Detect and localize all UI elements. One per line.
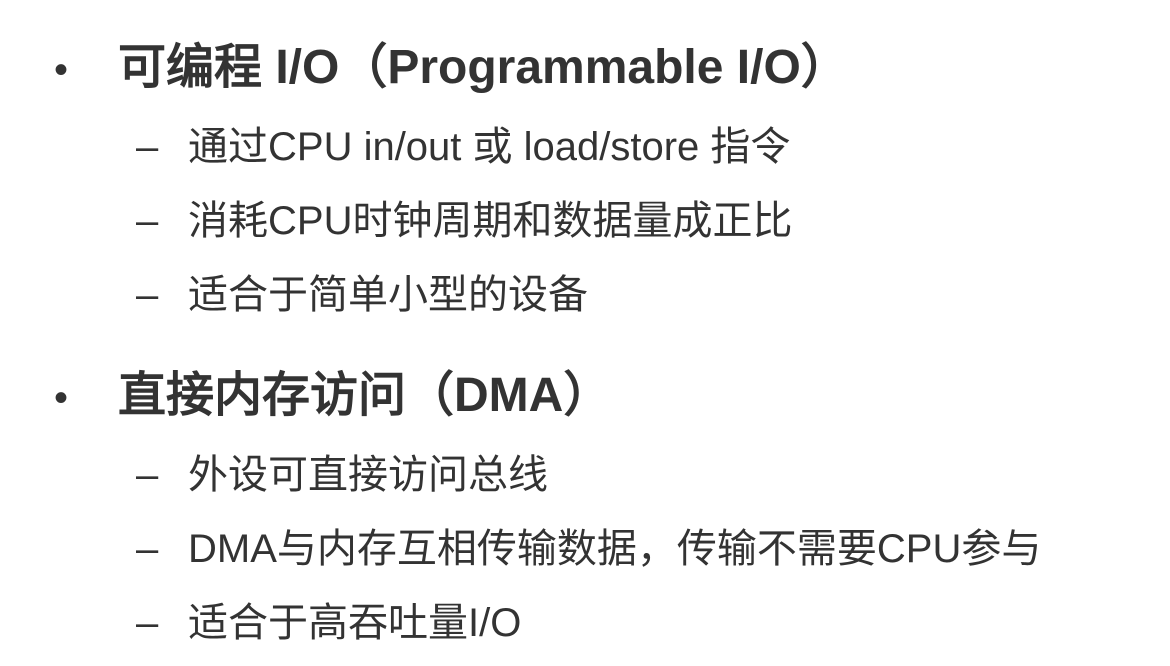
bullet-icon: •: [54, 48, 69, 92]
sub-item: – 消耗CPU时钟周期和数据量成正比: [0, 188, 1170, 262]
dash-icon: –: [136, 601, 159, 645]
dash-icon: –: [136, 273, 159, 317]
bullet-icon: •: [54, 376, 69, 420]
sub-item: – 适合于高吞吐量I/O: [0, 590, 1170, 664]
sub-item: – 适合于简单小型的设备: [0, 262, 1170, 336]
dash-icon: –: [136, 125, 159, 169]
section-programmable-io: • 可编程 I/O（Programmable I/O） – 通过CPU in/o…: [0, 30, 1170, 336]
sub-item: – DMA与内存互相传输数据，传输不需要CPU参与: [0, 516, 1170, 590]
sub-item-text: 适合于简单小型的设备: [188, 273, 588, 317]
main-bullet-item: • 直接内存访问（DMA）: [0, 358, 1170, 438]
sub-item-text: 通过CPU in/out 或 load/store 指令: [188, 125, 791, 169]
section-dma: • 直接内存访问（DMA） – 外设可直接访问总线 – DMA与内存互相传输数据…: [0, 358, 1170, 664]
sub-item-text: 消耗CPU时钟周期和数据量成正比: [188, 199, 793, 243]
dash-icon: –: [136, 527, 159, 571]
sub-item: – 外设可直接访问总线: [0, 442, 1170, 516]
sub-item-text: 适合于高吞吐量I/O: [188, 601, 522, 645]
sub-list: – 外设可直接访问总线 – DMA与内存互相传输数据，传输不需要CPU参与 – …: [0, 442, 1170, 664]
slide: • 可编程 I/O（Programmable I/O） – 通过CPU in/o…: [0, 0, 1170, 666]
sub-item-text: 外设可直接访问总线: [188, 453, 548, 497]
sub-item-text: DMA与内存互相传输数据，传输不需要CPU参与: [188, 527, 1042, 571]
sub-item: – 通过CPU in/out 或 load/store 指令: [0, 114, 1170, 188]
main-bullet-item: • 可编程 I/O（Programmable I/O）: [0, 30, 1170, 110]
dash-icon: –: [136, 199, 159, 243]
sub-list: – 通过CPU in/out 或 load/store 指令 – 消耗CPU时钟…: [0, 114, 1170, 336]
dash-icon: –: [136, 453, 159, 497]
section-title: 可编程 I/O（Programmable I/O）: [118, 41, 849, 94]
section-title: 直接内存访问（DMA）: [118, 369, 612, 422]
